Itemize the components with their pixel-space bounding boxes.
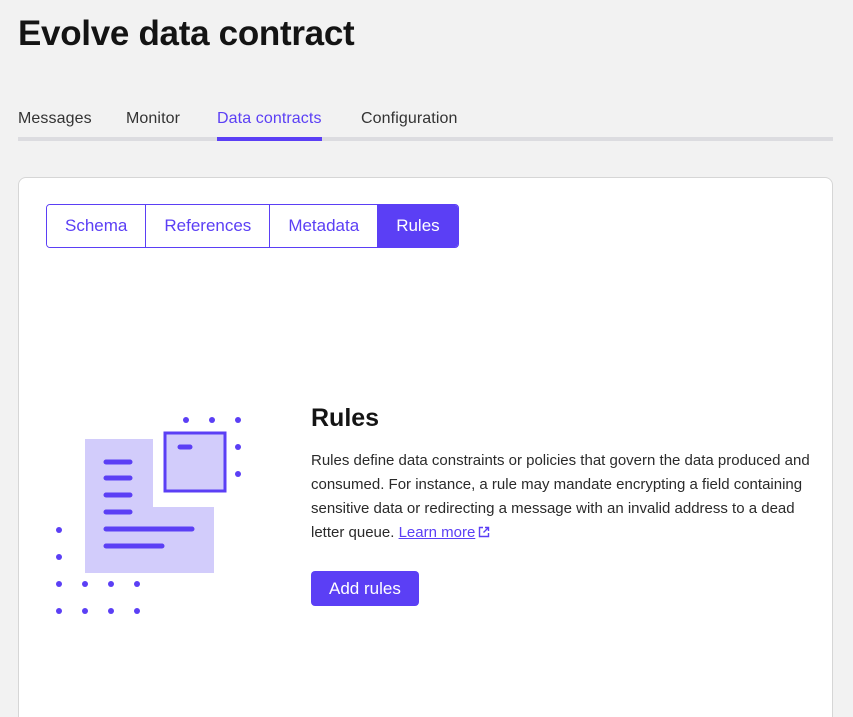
content-card: Schema References Metadata Rules Rules R… [18,177,833,717]
tab-messages[interactable]: Messages [18,110,92,141]
rules-description-text: Rules define data constraints or policie… [311,452,810,541]
learn-more-link[interactable]: Learn more [399,524,476,541]
rules-title: Rules [311,404,380,432]
page-title: Evolve data contract [18,14,355,53]
rules-description: Rules define data constraints or policie… [311,449,821,545]
external-link-icon[interactable] [477,525,491,539]
rules-empty-state: Rules Rules define data constraints or p… [311,404,821,606]
rules-illustration [56,417,241,614]
tab-bar: Messages Monitor Data contracts Configur… [18,104,833,142]
tab-configuration[interactable]: Configuration [361,110,457,141]
subtab-references[interactable]: References [146,205,271,247]
subtab-schema[interactable]: Schema [47,205,147,247]
subtab-group: Schema References Metadata Rules [46,204,459,248]
add-rules-button[interactable]: Add rules [311,571,419,606]
subtab-metadata[interactable]: Metadata [270,205,379,247]
note-square [163,431,227,493]
subtab-rules[interactable]: Rules [378,205,458,247]
tab-monitor[interactable]: Monitor [126,110,180,141]
tab-data-contracts[interactable]: Data contracts [217,110,322,141]
